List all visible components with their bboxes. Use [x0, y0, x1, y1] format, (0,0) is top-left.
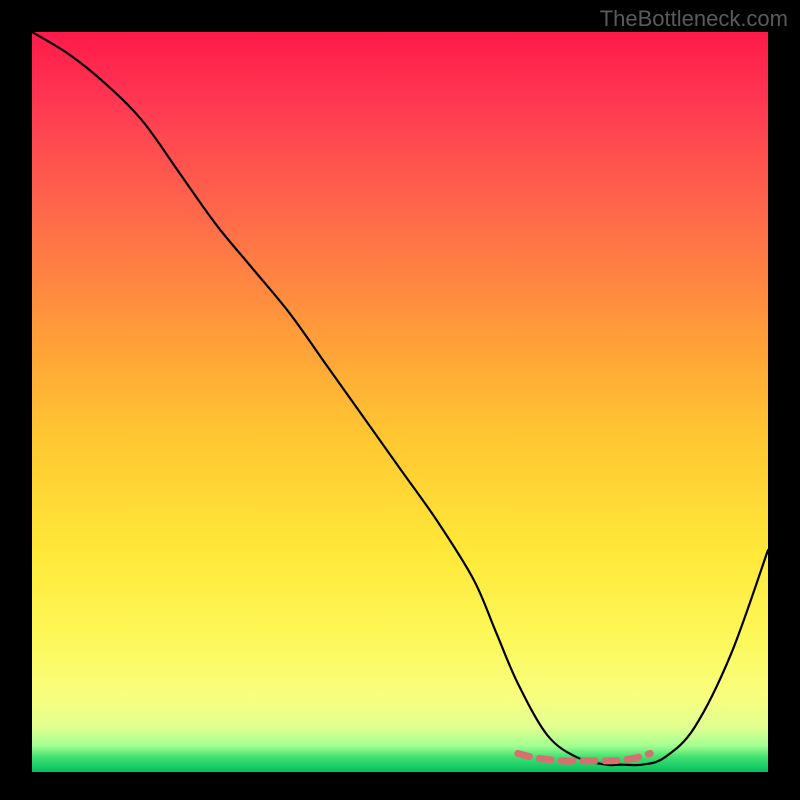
safe-zone-dashed	[518, 754, 650, 762]
plot-area	[32, 32, 768, 772]
watermark-text: TheBottleneck.com	[600, 6, 788, 32]
bottleneck-curve-line	[32, 32, 768, 765]
chart-svg	[32, 32, 768, 772]
